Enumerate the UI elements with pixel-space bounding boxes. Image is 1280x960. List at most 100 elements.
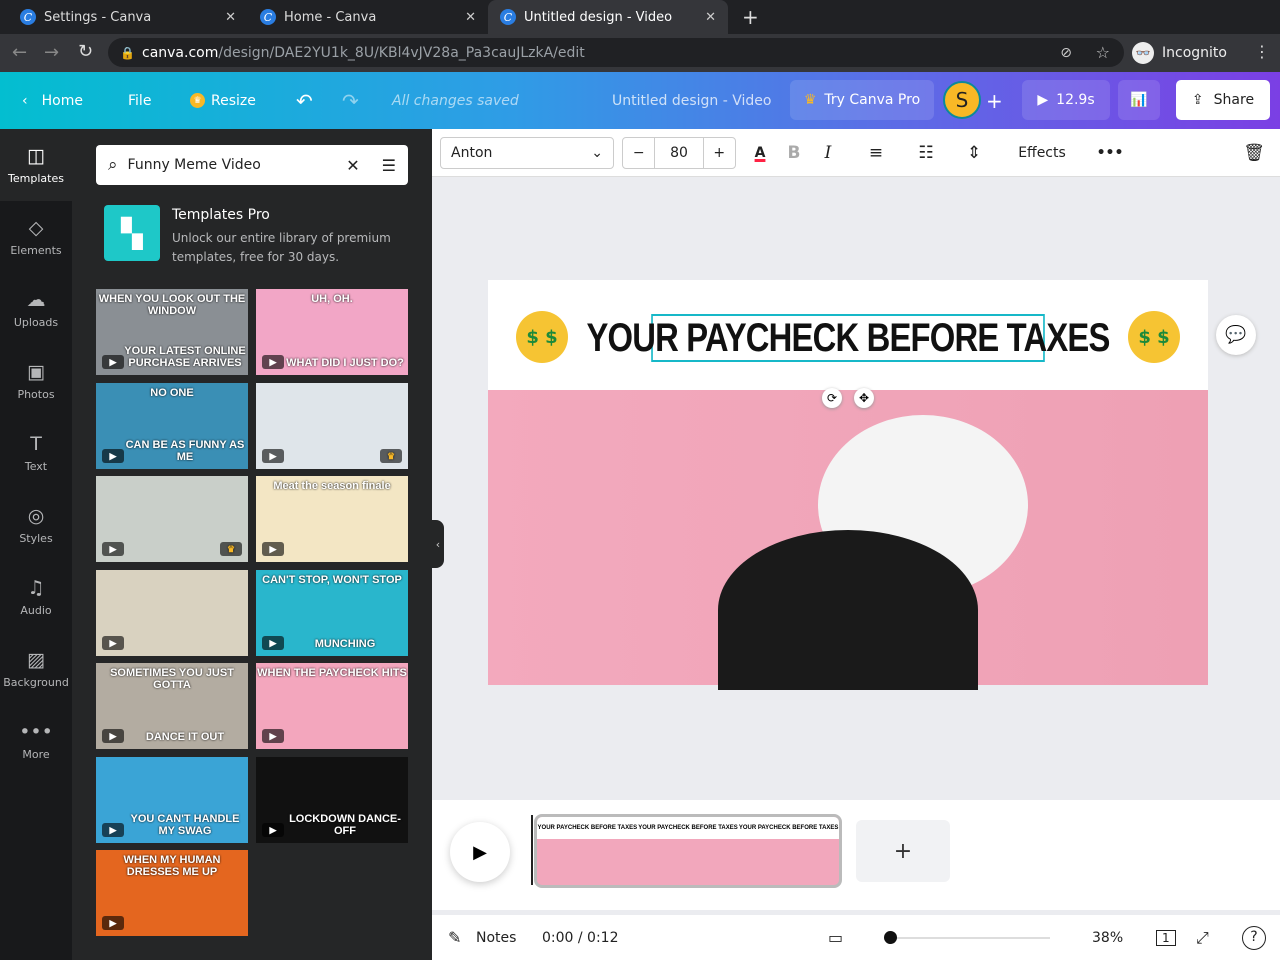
template-thumbnail[interactable]: Meat the season finale ▶ [256, 476, 408, 562]
browser-menu-icon[interactable]: ⋮ [1254, 42, 1270, 61]
template-thumbnail[interactable]: UH, OH. WHAT DID I JUST DO? ▶ [256, 289, 408, 375]
align-center-icon[interactable]: ≡ [864, 137, 888, 169]
invite-button[interactable]: + [986, 72, 1003, 129]
pro-crown-icon: ♛ [220, 542, 242, 556]
template-thumbnail[interactable]: YOU CAN'T HANDLE MY SWAG ▶ [96, 757, 248, 843]
template-thumbnail[interactable]: WHEN THE PAYCHECK HITS ▶ [256, 663, 408, 749]
canva-favicon-icon: C [500, 9, 516, 25]
timeline-clip[interactable]: YOUR PAYCHECK BEFORE TAXES YOUR PAYCHECK … [534, 814, 842, 888]
try-canva-pro-button[interactable]: ♛ Try Canva Pro [790, 80, 934, 120]
zoom-slider[interactable] [884, 931, 1050, 944]
template-thumbnail[interactable]: WHEN YOU LOOK OUT THE WINDOW YOUR LATEST … [96, 289, 248, 375]
italic-icon[interactable]: I [816, 137, 840, 169]
new-tab-button[interactable]: + [730, 0, 771, 34]
document-title[interactable]: Untitled design - Video [612, 72, 771, 129]
forward-icon[interactable]: → [44, 42, 59, 63]
browser-tab[interactable]: C Home - Canva ✕ [248, 0, 488, 34]
redo-button[interactable]: ↷ [342, 72, 359, 129]
rail-item-elements[interactable]: ◇ Elements [0, 201, 72, 273]
close-tab-icon[interactable]: ✕ [465, 10, 476, 25]
close-tab-icon[interactable]: ✕ [225, 10, 236, 25]
browser-tab-active[interactable]: C Untitled design - Video ✕ [488, 0, 728, 34]
rotate-handle-icon[interactable]: ⟳ [822, 388, 842, 408]
text-toolbar: Anton ⌄ − 80 + A B I ≡ ☷ ⇕ Effects ••• 🗑 [432, 129, 1280, 177]
money-face-emoji-right[interactable]: $ $ [1128, 311, 1180, 363]
collapse-panel-handle[interactable]: ‹ [432, 520, 444, 568]
share-button[interactable]: ⇪ Share [1176, 80, 1270, 120]
list-icon[interactable]: ☷ [914, 137, 938, 169]
bookmark-star-icon[interactable]: ☆ [1096, 43, 1110, 62]
notes-button[interactable]: Notes [476, 930, 516, 946]
increase-size-button[interactable]: + [704, 145, 735, 161]
help-icon[interactable]: ? [1242, 925, 1266, 950]
undo-button[interactable]: ↶ [296, 72, 313, 129]
crown-icon: ♛ [803, 92, 817, 108]
template-thumbnail[interactable]: CAN'T STOP, WON'T STOP MUNCHING ▶ [256, 570, 408, 656]
template-thumbnail[interactable]: ▶ ♛ [96, 476, 248, 562]
fullscreen-icon[interactable]: ⤢ [1196, 928, 1209, 948]
template-thumbnail[interactable]: SOMETIMES YOU JUST GOTTA DANCE IT OUT ▶ [96, 663, 248, 749]
incognito-badge[interactable]: 👓 Incognito [1132, 38, 1227, 67]
rail-item-templates[interactable]: ◫ Templates [0, 129, 72, 201]
avatar[interactable]: S [943, 81, 981, 119]
text-color-icon[interactable]: A [748, 137, 772, 169]
font-size-input[interactable]: 80 [654, 138, 704, 168]
playhead[interactable] [531, 815, 533, 885]
move-handle-icon[interactable]: ✥ [854, 388, 874, 408]
upload-icon: ☁ [26, 288, 46, 311]
insights-button[interactable]: 📊 [1118, 80, 1160, 120]
design-page[interactable]: $ $ $ $ YOUR PAYCHECK BEFORE TAXES ⟳ ✥ [488, 280, 1208, 690]
url-field[interactable]: 🔒 canva.com/design/DAE2YU1k_8U/KBl4vJV28a… [108, 38, 1124, 67]
font-family-dropdown[interactable]: Anton ⌄ [440, 137, 614, 169]
tracking-off-icon[interactable]: ⊘ [1060, 45, 1072, 61]
file-menu-button[interactable]: File [128, 72, 151, 129]
grid-view-icon[interactable]: ▭ [828, 928, 843, 947]
rail-item-audio[interactable]: ♫ Audio [0, 561, 72, 633]
template-thumbnail[interactable]: ▶ [96, 570, 248, 656]
template-thumbnail[interactable]: WHEN MY HUMAN DRESSES ME UP ▶ [96, 850, 248, 936]
panda-photo[interactable] [488, 390, 1208, 690]
templates-pro-promo[interactable]: ▚ Templates Pro Unlock our entire librar… [96, 201, 408, 267]
more-options-icon[interactable]: ••• [1096, 137, 1124, 169]
bold-icon[interactable]: B [782, 137, 806, 169]
rail-item-styles[interactable]: ◎ Styles [0, 489, 72, 561]
template-search-input[interactable]: ⌕ Funny Meme Video ✕ ☰ [96, 145, 408, 185]
notes-icon[interactable]: ✎ [448, 928, 461, 947]
play-icon: ▶ [1037, 92, 1049, 108]
clear-search-icon[interactable]: ✕ [346, 156, 359, 175]
browser-tab[interactable]: C Settings - Canva ✕ [8, 0, 248, 34]
zoom-level[interactable]: 38% [1092, 930, 1123, 946]
rail-item-background[interactable]: ▨ Background [0, 633, 72, 705]
text-icon: T [30, 432, 42, 455]
effects-button[interactable]: Effects [1012, 137, 1072, 169]
add-page-button[interactable]: + [856, 820, 950, 882]
zoom-slider-handle[interactable] [884, 931, 897, 944]
timeline-play-button[interactable]: ▶ [450, 822, 510, 882]
close-tab-icon[interactable]: ✕ [705, 10, 716, 25]
rail-item-text[interactable]: T Text [0, 417, 72, 489]
template-thumbnail[interactable]: LOCKDOWN DANCE-OFF ▶ [256, 757, 408, 843]
styles-icon: ◎ [27, 504, 45, 527]
back-icon[interactable]: ← [12, 42, 27, 63]
reload-icon[interactable]: ↻ [78, 41, 93, 62]
rail-item-photos[interactable]: ▣ Photos [0, 345, 72, 417]
filter-icon[interactable]: ☰ [382, 156, 396, 175]
spacing-icon[interactable]: ⇕ [962, 137, 986, 169]
audio-icon: ♫ [27, 576, 45, 599]
rail-item-more[interactable]: ••• More [0, 705, 72, 777]
templates-icon: ◫ [27, 144, 45, 167]
play-preview-button[interactable]: ▶ 12.9s [1022, 80, 1110, 120]
page-count-button[interactable]: 1 [1156, 929, 1176, 946]
search-icon: ⌕ [108, 155, 118, 175]
template-thumbnail[interactable]: NO ONE CAN BE AS FUNNY AS ME ▶ [96, 383, 248, 469]
template-thumbnail[interactable]: ▶ ♛ [256, 383, 408, 469]
add-comment-icon[interactable]: 💬 [1216, 315, 1256, 355]
trash-icon[interactable]: 🗑 [1240, 137, 1268, 169]
headline-text-box[interactable]: YOUR PAYCHECK BEFORE TAXES [586, 314, 1110, 362]
home-button[interactable]: ‹ Home [22, 72, 83, 129]
money-face-emoji-left[interactable]: $ $ [516, 311, 568, 363]
background-icon: ▨ [27, 648, 45, 671]
rail-item-uploads[interactable]: ☁ Uploads [0, 273, 72, 345]
resize-button[interactable]: ♛ Resize [190, 72, 256, 129]
decrease-size-button[interactable]: − [623, 145, 654, 161]
